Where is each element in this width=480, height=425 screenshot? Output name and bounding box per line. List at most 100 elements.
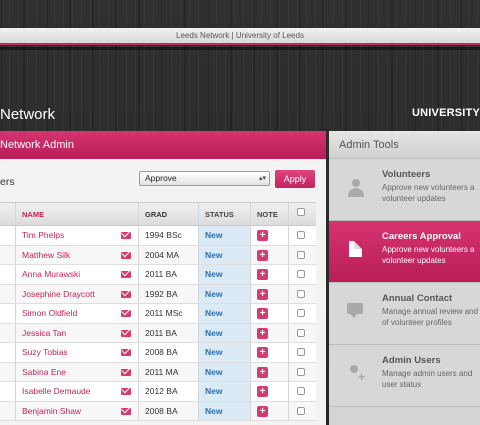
volunteer-name-link[interactable]: Suzy Tobias	[22, 343, 132, 362]
sidebar-item-desc: Manage annual review and of volunteer pro…	[382, 306, 480, 328]
envelope-icon	[121, 290, 131, 298]
envelope-icon	[121, 232, 131, 239]
mail-button[interactable]	[119, 343, 137, 362]
table-row[interactable]: Simon Oldfield 2011 MSc New +	[0, 304, 316, 324]
table-header: NAME GRAD STATUS NOTE	[0, 202, 316, 226]
desc-line-1: Approve new volunteers a	[382, 245, 475, 254]
status-cell: New	[198, 304, 250, 323]
table-row[interactable]: Matthew Silk 2004 MA New +	[0, 245, 316, 265]
mail-button[interactable]	[119, 363, 137, 382]
mail-button[interactable]	[119, 304, 137, 323]
filter-row: ers Approve ▴▾ Apply	[0, 159, 326, 202]
mail-button[interactable]	[119, 265, 137, 284]
note-cell: +	[250, 226, 288, 245]
mail-button[interactable]	[119, 226, 137, 245]
row-checkbox[interactable]	[297, 250, 305, 259]
volunteer-name-link[interactable]: Tim Phelps	[22, 226, 132, 245]
add-note-button[interactable]: +	[257, 386, 268, 397]
sidebar-item-title: Admin Users	[382, 355, 441, 366]
note-cell: +	[250, 343, 288, 362]
row-checkbox[interactable]	[297, 309, 305, 317]
add-note-button[interactable]: +	[257, 308, 268, 319]
header-name[interactable]: NAME	[22, 203, 132, 225]
table-row[interactable]: Suzy Tobias 2008 BA New +	[0, 343, 316, 363]
title-bar-shadow	[0, 47, 480, 50]
window-title-bar: Leeds Network | University of Leeds	[0, 28, 480, 45]
add-note-button[interactable]: +	[257, 230, 268, 241]
volunteer-name-link[interactable]: Isabelle Demaude	[22, 382, 132, 401]
sidebar-item-admin-users[interactable]: Admin Users Manage admin users and user s…	[329, 345, 480, 407]
add-note-button[interactable]: +	[257, 327, 268, 339]
check-cell	[288, 323, 316, 342]
note-cell: +	[250, 362, 288, 381]
mail-button[interactable]	[119, 285, 137, 304]
header-grad[interactable]: GRAD	[138, 203, 198, 225]
row-checkbox[interactable]	[297, 387, 305, 395]
add-note-button[interactable]: +	[257, 288, 268, 300]
row-first-cell	[0, 304, 16, 323]
desc-line-1: Approve new volunteers a	[382, 183, 475, 192]
row-checkbox[interactable]	[297, 406, 305, 415]
select-all-checkbox[interactable]	[297, 208, 305, 216]
row-checkbox[interactable]	[297, 367, 305, 376]
apply-button[interactable]: Apply	[275, 170, 315, 188]
row-first-cell	[0, 245, 16, 264]
table-row[interactable]: Josephine Draycott 1992 BA New +	[0, 284, 316, 304]
mail-button[interactable]	[119, 382, 137, 401]
status-cell: New	[198, 265, 250, 284]
note-cell: +	[250, 382, 288, 401]
add-note-button[interactable]: +	[257, 269, 268, 280]
sidebar-item-annual-contact[interactable]: Annual Contact Manage annual review and o…	[329, 283, 480, 345]
grad-cell: 1994 BSc	[138, 226, 198, 245]
chat-icon	[347, 303, 363, 318]
sidebar-item-careers-approval[interactable]: Careers Approval Approve new volunteers …	[329, 221, 480, 283]
volunteer-name-link[interactable]: Benjamin Shaw	[22, 402, 132, 421]
sidebar-item-title: Annual Contact	[382, 293, 453, 304]
table-row[interactable]: Anna Murawski 2011 BA New +	[0, 265, 316, 285]
row-first-cell	[0, 382, 16, 401]
check-cell	[288, 362, 316, 381]
action-select-value: Approve	[145, 173, 177, 183]
grad-cell: 2011 BA	[138, 323, 198, 342]
volunteer-name-link[interactable]: Josephine Draycott	[22, 285, 132, 304]
row-first-cell	[0, 362, 16, 381]
row-checkbox[interactable]	[297, 270, 305, 278]
row-checkbox[interactable]	[297, 348, 305, 356]
grad-cell: 2011 MSc	[138, 304, 198, 323]
add-note-button[interactable]: +	[257, 405, 268, 417]
add-note-button[interactable]: +	[257, 366, 268, 378]
row-first-cell	[0, 401, 16, 420]
header-note[interactable]: NOTE	[250, 203, 288, 225]
table-row[interactable]: Tim Phelps 1994 BSc New +	[0, 226, 316, 246]
table-row[interactable]: Sabina Ene 2011 MA New +	[0, 362, 316, 382]
note-cell: +	[250, 284, 288, 303]
mail-button[interactable]	[119, 402, 137, 421]
volunteer-name-link[interactable]: Simon Oldfield	[22, 304, 132, 323]
row-checkbox[interactable]	[297, 328, 305, 337]
row-checkbox[interactable]	[297, 231, 305, 239]
add-note-button[interactable]: +	[257, 249, 268, 261]
row-first-cell	[0, 226, 16, 245]
action-select[interactable]: Approve ▴▾	[139, 171, 270, 186]
table-row[interactable]: Jessica Tan 2011 BA New +	[0, 323, 316, 343]
sidebar-item-volunteers[interactable]: Volunteers Approve new volunteers a volun…	[329, 159, 480, 221]
volunteer-name-link[interactable]: Anna Murawski	[22, 265, 132, 284]
volunteer-name-link[interactable]: Matthew Silk	[22, 246, 132, 265]
add-note-button[interactable]: +	[257, 347, 268, 358]
desc-line-1: Manage annual review and	[382, 307, 479, 316]
header-status[interactable]: STATUS	[198, 203, 250, 225]
table-row[interactable]: Isabelle Demaude 2012 BA New +	[0, 382, 316, 402]
header-check	[288, 203, 316, 225]
row-checkbox[interactable]	[297, 289, 305, 298]
status-cell: New	[198, 226, 250, 245]
table-row[interactable]: Benjamin Shaw 2008 BA New +	[0, 401, 316, 421]
row-first-cell	[0, 343, 16, 362]
desc-line-1: Manage admin users and	[382, 369, 473, 378]
status-cell: New	[198, 284, 250, 303]
volunteer-name-link[interactable]: Jessica Tan	[22, 324, 132, 343]
mail-button[interactable]	[119, 324, 137, 343]
volunteer-name-link[interactable]: Sabina Ene	[22, 363, 132, 382]
grad-cell: 2004 MA	[138, 245, 198, 264]
sidebar-title: Admin Tools	[329, 131, 480, 159]
mail-button[interactable]	[119, 246, 137, 265]
